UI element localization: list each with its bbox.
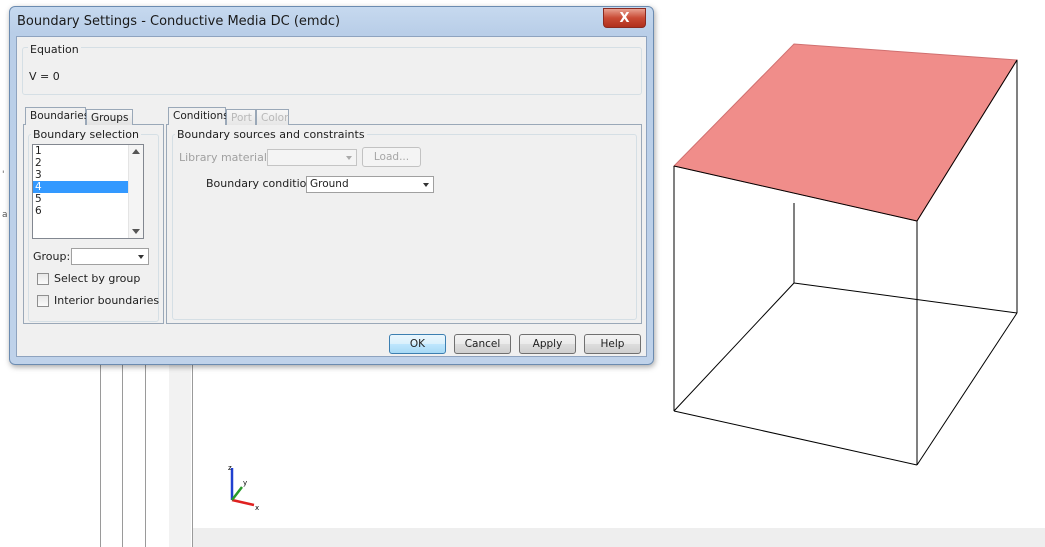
apply-button[interactable]: Apply xyxy=(519,334,576,354)
x-axis xyxy=(231,498,255,507)
tab-port: Port xyxy=(226,109,256,125)
tab-groups[interactable]: Groups xyxy=(86,109,133,125)
highlighted-boundary-face[interactable] xyxy=(673,43,1018,222)
boundary-condition-value: Ground xyxy=(310,178,349,190)
y-axis-label: y xyxy=(243,479,247,487)
group-select[interactable] xyxy=(71,248,149,265)
library-material-combo xyxy=(267,149,357,166)
equation-text: V = 0 xyxy=(29,70,60,83)
panel-divider xyxy=(100,360,101,547)
tab-boundaries[interactable]: Boundaries xyxy=(25,107,89,125)
status-bar xyxy=(193,528,1045,547)
axes-triad-icon: z y x xyxy=(228,464,259,512)
close-button[interactable]: X xyxy=(603,8,646,28)
select-by-group-label: Select by group xyxy=(54,272,141,285)
list-item[interactable]: 5 xyxy=(33,193,143,205)
panel-divider xyxy=(122,360,123,547)
dialog-title: Boundary Settings - Conductive Media DC … xyxy=(17,14,341,29)
group-label: Group: xyxy=(33,250,71,263)
list-item[interactable]: 2 xyxy=(33,157,143,169)
panel-divider xyxy=(192,360,193,547)
chevron-down-icon xyxy=(423,183,429,187)
chevron-down-icon xyxy=(346,156,352,160)
y-axis xyxy=(231,486,243,501)
boundary-list-rows: 123456 xyxy=(33,145,143,217)
load-button: Load... xyxy=(362,147,421,167)
boundary-list[interactable]: 123456 xyxy=(32,144,144,239)
list-scrollbar[interactable] xyxy=(128,145,143,238)
interior-boundaries-label: Interior boundaries xyxy=(54,294,160,307)
equation-group-label: Equation xyxy=(28,43,81,56)
library-material-label: Library material: xyxy=(179,151,271,164)
boundary-selection-label: Boundary selection xyxy=(31,128,141,141)
scroll-down-icon[interactable] xyxy=(132,229,140,234)
boundary-condition-select[interactable]: Ground xyxy=(306,176,434,193)
list-item[interactable]: 6 xyxy=(33,205,143,217)
panel-divider xyxy=(169,360,191,547)
scroll-up-icon[interactable] xyxy=(132,149,140,154)
cancel-button[interactable]: Cancel xyxy=(454,334,511,354)
list-item[interactable]: 3 xyxy=(33,169,143,181)
z-axis-label: z xyxy=(228,464,232,472)
x-axis-label: x xyxy=(255,504,259,512)
tab-conditions[interactable]: Conditions xyxy=(168,107,229,125)
clipped-glyph: ' xyxy=(2,170,5,180)
boundary-condition-label: Boundary condition: xyxy=(206,177,318,190)
list-item[interactable]: 1 xyxy=(33,145,143,157)
equation-group xyxy=(22,47,642,95)
help-button[interactable]: Help xyxy=(584,334,641,354)
chevron-down-icon xyxy=(138,255,144,259)
interior-boundaries-checkbox[interactable] xyxy=(37,295,49,307)
ok-button[interactable]: OK xyxy=(389,334,446,354)
list-item[interactable]: 4 xyxy=(33,181,143,193)
geometry-view[interactable] xyxy=(660,40,1020,480)
panel-divider xyxy=(145,360,146,547)
select-by-group-checkbox[interactable] xyxy=(37,273,49,285)
clipped-glyph: a xyxy=(2,210,8,220)
sources-group-label: Boundary sources and constraints xyxy=(175,128,367,141)
tab-color: Color xyxy=(256,109,289,125)
